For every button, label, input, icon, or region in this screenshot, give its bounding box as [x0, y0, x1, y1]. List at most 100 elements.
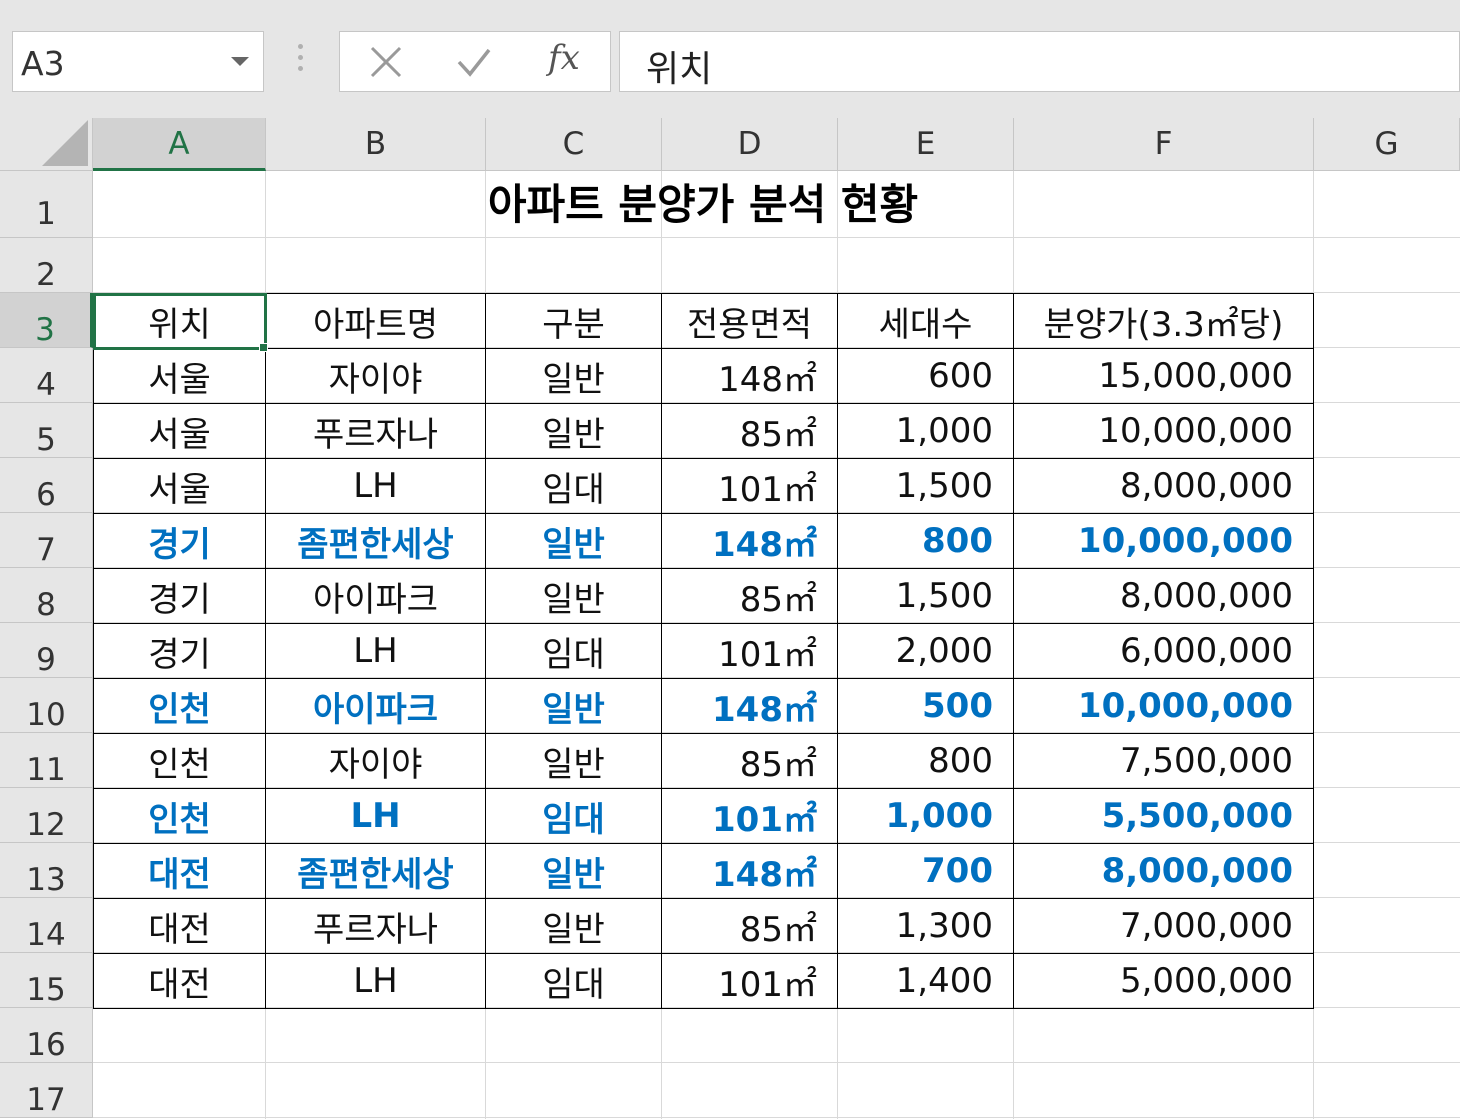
cell-units[interactable]: 1,500	[837, 458, 1014, 514]
cell-units[interactable]: 1,400	[837, 953, 1014, 1009]
cell-location[interactable]: 대전	[93, 953, 266, 1009]
cell-area[interactable]: 148㎡	[661, 513, 838, 569]
fill-handle[interactable]	[259, 343, 268, 352]
cell-area[interactable]: 101㎡	[661, 458, 838, 514]
cell-location[interactable]: 서울	[93, 348, 266, 404]
cell-area[interactable]: 85㎡	[661, 898, 838, 954]
column-header-c[interactable]: C	[486, 118, 662, 171]
cell-type[interactable]: 일반	[485, 843, 662, 899]
cell-type[interactable]: 일반	[485, 733, 662, 789]
cell-type[interactable]: 일반	[485, 513, 662, 569]
row-header-12[interactable]: 12	[0, 788, 93, 843]
cell-price[interactable]: 5,500,000	[1013, 788, 1314, 844]
cell-area[interactable]: 85㎡	[661, 403, 838, 459]
cell-units[interactable]: 700	[837, 843, 1014, 899]
cell-area[interactable]: 148㎡	[661, 348, 838, 404]
column-header-d[interactable]: D	[662, 118, 838, 171]
header-cell-name[interactable]: 아파트명	[265, 293, 486, 349]
cell-units[interactable]: 1,300	[837, 898, 1014, 954]
cell-type[interactable]: 임대	[485, 458, 662, 514]
cell-type[interactable]: 일반	[485, 568, 662, 624]
cell-type[interactable]: 일반	[485, 898, 662, 954]
row-header-5[interactable]: 5	[0, 403, 93, 458]
cell-type[interactable]: 일반	[485, 678, 662, 734]
check-icon[interactable]	[456, 44, 492, 80]
row-header-9[interactable]: 9	[0, 623, 93, 678]
name-box-dropdown-icon[interactable]	[231, 57, 249, 66]
cell-location[interactable]: 경기	[93, 623, 266, 679]
cell-location[interactable]: 서울	[93, 403, 266, 459]
cell-location[interactable]: 대전	[93, 843, 266, 899]
sheet-title[interactable]: 아파트 분양가 분석 현황	[93, 171, 1313, 238]
cell-area[interactable]: 85㎡	[661, 568, 838, 624]
insert-function-icon[interactable]: fx	[548, 38, 580, 78]
cell-area[interactable]: 148㎡	[661, 678, 838, 734]
cell-name[interactable]: 아이파크	[265, 568, 486, 624]
cell-type[interactable]: 임대	[485, 788, 662, 844]
cell-price[interactable]: 7,500,000	[1013, 733, 1314, 789]
cell-name[interactable]: 좀편한세상	[265, 843, 486, 899]
cell-name[interactable]: 자이야	[265, 348, 486, 404]
formula-bar-resize-handle[interactable]	[292, 44, 308, 78]
formula-input[interactable]: 위치	[619, 31, 1460, 92]
cell-name[interactable]: 푸르자나	[265, 898, 486, 954]
cell-units[interactable]: 600	[837, 348, 1014, 404]
cell-area[interactable]: 148㎡	[661, 843, 838, 899]
row-header-13[interactable]: 13	[0, 843, 93, 898]
column-header-e[interactable]: E	[838, 118, 1014, 171]
row-header-10[interactable]: 10	[0, 678, 93, 733]
cell-name[interactable]: LH	[265, 458, 486, 514]
row-header-3[interactable]: 3	[0, 293, 93, 348]
column-header-g[interactable]: G	[1314, 118, 1460, 171]
cancel-icon[interactable]	[368, 44, 404, 80]
row-header-2[interactable]: 2	[0, 238, 93, 293]
row-header-11[interactable]: 11	[0, 733, 93, 788]
cell-area[interactable]: 101㎡	[661, 953, 838, 1009]
cell-price[interactable]: 8,000,000	[1013, 458, 1314, 514]
header-cell-location[interactable]: 위치	[92, 292, 267, 350]
cell-units[interactable]: 1,000	[837, 788, 1014, 844]
cell-price[interactable]: 10,000,000	[1013, 403, 1314, 459]
cell-units[interactable]: 2,000	[837, 623, 1014, 679]
cell-name[interactable]: LH	[265, 623, 486, 679]
cell-units[interactable]: 1,000	[837, 403, 1014, 459]
header-cell-price[interactable]: 분양가(3.3㎡당)	[1013, 293, 1314, 349]
row-header-14[interactable]: 14	[0, 898, 93, 953]
cell-name[interactable]: 자이야	[265, 733, 486, 789]
formula-input-value[interactable]: 위치	[646, 40, 712, 92]
cell-type[interactable]: 일반	[485, 348, 662, 404]
cell-price[interactable]: 15,000,000	[1013, 348, 1314, 404]
cell-area[interactable]: 101㎡	[661, 623, 838, 679]
cell-price[interactable]: 10,000,000	[1013, 513, 1314, 569]
cell-units[interactable]: 800	[837, 733, 1014, 789]
row-header-7[interactable]: 7	[0, 513, 93, 568]
cell-location[interactable]: 대전	[93, 898, 266, 954]
row-header-1[interactable]: 1	[0, 171, 93, 238]
row-header-8[interactable]: 8	[0, 568, 93, 623]
name-box-value[interactable]: A3	[21, 44, 65, 83]
cell-price[interactable]: 6,000,000	[1013, 623, 1314, 679]
cell-name[interactable]: LH	[265, 788, 486, 844]
row-header-16[interactable]: 16	[0, 1008, 93, 1063]
select-all-button[interactable]	[0, 118, 93, 171]
header-cell-type[interactable]: 구분	[485, 293, 662, 349]
row-header-17[interactable]: 17	[0, 1063, 93, 1118]
name-box[interactable]: A3	[12, 31, 264, 92]
cell-location[interactable]: 경기	[93, 568, 266, 624]
cell-units[interactable]: 1,500	[837, 568, 1014, 624]
header-cell-area[interactable]: 전용면적	[661, 293, 838, 349]
header-cell-units[interactable]: 세대수	[837, 293, 1014, 349]
cell-units[interactable]: 800	[837, 513, 1014, 569]
cell-units[interactable]: 500	[837, 678, 1014, 734]
row-header-6[interactable]: 6	[0, 458, 93, 513]
cell-price[interactable]: 10,000,000	[1013, 678, 1314, 734]
cell-price[interactable]: 8,000,000	[1013, 568, 1314, 624]
cell-type[interactable]: 일반	[485, 403, 662, 459]
row-header-4[interactable]: 4	[0, 348, 93, 403]
cell-price[interactable]: 5,000,000	[1013, 953, 1314, 1009]
cell-area[interactable]: 101㎡	[661, 788, 838, 844]
column-header-b[interactable]: B	[266, 118, 486, 171]
column-header-a[interactable]: A	[93, 118, 266, 171]
cell-name[interactable]: LH	[265, 953, 486, 1009]
cell-type[interactable]: 임대	[485, 953, 662, 1009]
